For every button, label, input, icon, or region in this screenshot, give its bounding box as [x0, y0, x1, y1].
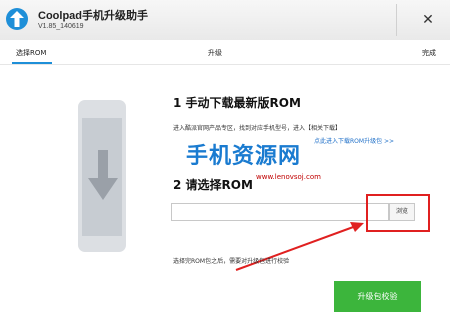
verify-hint: 选择完ROM包之后，需要对升级包进行校验 — [173, 258, 290, 265]
annotation-arrow — [235, 222, 364, 271]
verify-package-button[interactable]: 升级包校验 — [334, 281, 421, 312]
